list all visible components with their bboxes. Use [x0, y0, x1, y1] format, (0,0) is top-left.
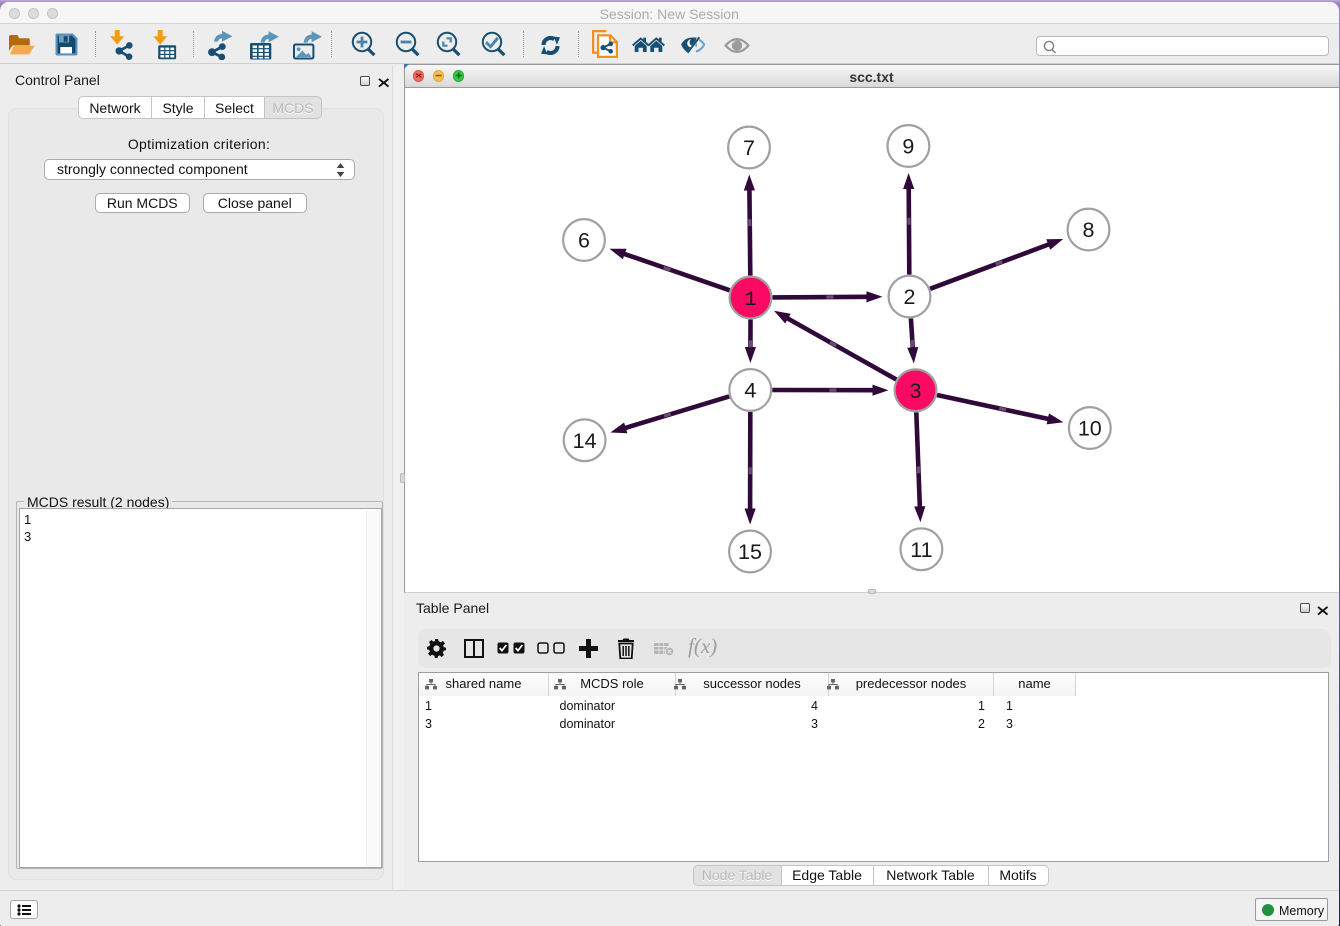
svg-text:10: 10: [1077, 417, 1101, 441]
svg-text:14: 14: [572, 429, 596, 453]
svg-text:9: 9: [902, 135, 914, 159]
svg-text:11: 11: [910, 538, 932, 562]
svg-text:6: 6: [578, 229, 590, 253]
svg-text:7: 7: [743, 136, 755, 160]
svg-text:1: 1: [744, 289, 756, 312]
svg-text:8: 8: [1082, 218, 1094, 242]
svg-text:2: 2: [903, 285, 915, 309]
svg-text:3: 3: [909, 379, 921, 403]
svg-text:15: 15: [738, 540, 762, 564]
svg-text:4: 4: [744, 379, 756, 403]
